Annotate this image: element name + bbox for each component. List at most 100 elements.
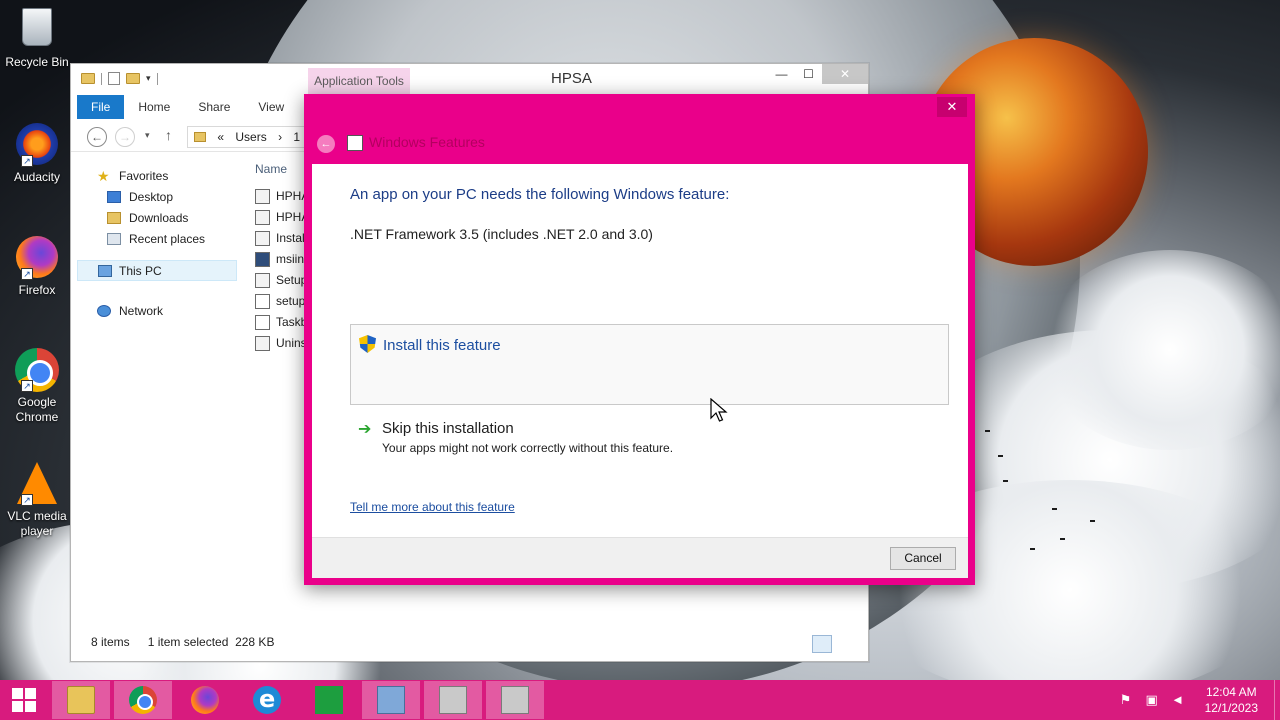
column-header-name[interactable]: Name	[255, 162, 287, 176]
customize-dropdown-icon[interactable]: ▾	[146, 73, 151, 84]
nav-favorites[interactable]: ★ Favorites	[77, 166, 237, 187]
window-title: HPSA	[551, 70, 592, 87]
skip-installation-description: Your apps might not work correctly witho…	[382, 441, 674, 455]
uac-shield-icon	[359, 335, 376, 353]
dialog-body: An app on your PC needs the following Wi…	[312, 164, 968, 537]
taskbar-store[interactable]	[300, 681, 358, 719]
nav-this-pc[interactable]: This PC	[77, 260, 237, 281]
application-file-icon	[255, 336, 270, 351]
recent-places-icon	[107, 233, 121, 245]
network-icon[interactable]: ▣	[1143, 692, 1161, 708]
taskbar-setup[interactable]	[424, 681, 482, 719]
desktop-icon-label: Audacity	[13, 170, 61, 184]
wallpaper-bird	[1060, 538, 1065, 540]
required-feature-name: .NET Framework 3.5 (includes .NET 2.0 an…	[350, 226, 653, 242]
windows-logo-icon	[12, 688, 23, 699]
file-row[interactable]: HPHA	[255, 207, 309, 228]
tab-file[interactable]: File	[77, 95, 125, 119]
install-feature-option[interactable]: Install this feature	[350, 324, 949, 405]
file-row[interactable]: msiin	[255, 249, 309, 270]
file-name: Unins	[276, 336, 307, 350]
recent-locations-icon[interactable]: ▾	[145, 130, 150, 141]
large-icons-view-icon[interactable]	[836, 635, 856, 653]
cancel-button[interactable]: Cancel	[890, 547, 956, 570]
breadcrumb-1[interactable]: 1	[293, 130, 300, 144]
taskbar-firefox[interactable]	[176, 681, 234, 719]
clock[interactable]: 12:04 AM 12/1/2023	[1205, 684, 1258, 716]
skip-installation-label: Skip this installation	[382, 420, 514, 437]
recycle-bin-icon	[22, 8, 52, 46]
status-bar: 8 items 1 item selected 228 KB	[91, 635, 274, 649]
action-center-flag-icon[interactable]: ⚑	[1117, 692, 1135, 708]
contextual-tab-application-tools[interactable]: Application Tools	[308, 68, 410, 94]
up-button[interactable]: ↑	[165, 127, 172, 143]
taskbar-chrome[interactable]	[114, 681, 172, 719]
dialog-close-button[interactable]: ✕	[937, 97, 967, 117]
nav-recent-places[interactable]: Recent places	[77, 229, 237, 250]
file-row[interactable]: Unins	[255, 333, 309, 354]
nav-label: Desktop	[129, 190, 174, 204]
shortcut-arrow-icon: ↗	[21, 155, 33, 167]
file-row[interactable]: Instal	[255, 228, 309, 249]
windows-logo-icon	[25, 701, 36, 712]
tab-view[interactable]: View	[244, 95, 298, 119]
document-file-icon	[255, 294, 270, 309]
star-icon: ★	[97, 168, 110, 184]
install-feature-label: Install this feature	[383, 337, 501, 354]
breadcrumb-separator-icon: ›	[278, 130, 283, 144]
store-icon	[315, 686, 343, 714]
windows-logo-icon	[25, 688, 36, 699]
dialog-header: ← Windows Features	[304, 124, 975, 164]
document-file-icon	[255, 315, 270, 330]
firefox-icon	[191, 686, 219, 714]
file-name: Instal	[276, 231, 305, 245]
maximize-button[interactable]: ☐	[795, 64, 822, 84]
taskbar-setup[interactable]	[486, 681, 544, 719]
minimize-button[interactable]: —	[768, 64, 795, 84]
back-arrow-icon[interactable]: ←	[317, 135, 335, 153]
taskbar-file-explorer[interactable]	[52, 681, 110, 719]
skip-installation-option[interactable]: ➔ Skip this installation Your apps might…	[350, 416, 949, 460]
file-row[interactable]: HPHA	[255, 186, 309, 207]
selection-count: 1 item selected	[147, 635, 229, 649]
nav-label: Network	[119, 304, 164, 318]
nav-desktop[interactable]: Desktop	[77, 187, 237, 208]
start-button[interactable]	[0, 680, 50, 720]
desktop-icon-chrome[interactable]: ↗ Google Chrome	[4, 348, 70, 425]
desktop-icon-audacity[interactable]: ↗ Audacity	[4, 123, 70, 185]
file-row[interactable]: Setup	[255, 270, 309, 291]
explorer-titlebar[interactable]: ▾ Application Tools HPSA — ☐ ✕	[71, 64, 868, 94]
nav-network[interactable]: Network	[77, 301, 237, 322]
desktop-icon-recycle-bin[interactable]: Recycle Bin	[4, 8, 70, 70]
desktop-icon-firefox[interactable]: ↗ Firefox	[4, 236, 70, 298]
breadcrumb-users[interactable]: Users	[235, 130, 266, 144]
wallpaper-bird	[1003, 480, 1008, 482]
taskbar-control-panel[interactable]	[362, 681, 420, 719]
application-file-icon	[255, 210, 270, 225]
wallpaper-bird	[985, 430, 990, 432]
details-view-icon[interactable]	[812, 635, 832, 653]
show-desktop-button[interactable]	[1274, 680, 1280, 720]
properties-icon[interactable]	[108, 72, 120, 85]
quick-access-toolbar: ▾	[81, 72, 158, 85]
tab-share[interactable]: Share	[184, 95, 244, 119]
new-folder-icon[interactable]	[126, 73, 140, 84]
tab-home[interactable]: Home	[124, 95, 184, 119]
green-arrow-icon: ➔	[358, 421, 372, 438]
volume-icon[interactable]: ◄	[1169, 692, 1187, 708]
forward-button[interactable]: →	[115, 127, 135, 147]
address-overflow-chevron[interactable]: «	[217, 130, 224, 144]
file-row[interactable]: setup	[255, 291, 309, 312]
nav-downloads[interactable]: Downloads	[77, 208, 237, 229]
back-button[interactable]: ←	[87, 127, 107, 147]
caption-buttons: — ☐ ✕	[768, 64, 868, 84]
navigation-pane: ★ Favorites Desktop Downloads Recent pla…	[77, 160, 237, 322]
close-button[interactable]: ✕	[822, 64, 868, 84]
system-tray: ⚑ ▣ ◄ 12:04 AM 12/1/2023	[1117, 680, 1280, 720]
file-row[interactable]: Taskb	[255, 312, 309, 333]
taskbar-internet-explorer[interactable]	[238, 681, 296, 719]
desktop-icon-vlc[interactable]: ↗ VLC media player	[4, 462, 70, 539]
more-info-link[interactable]: Tell me more about this feature	[350, 500, 515, 514]
file-explorer-icon	[67, 686, 95, 714]
nav-label: Favorites	[119, 169, 169, 183]
